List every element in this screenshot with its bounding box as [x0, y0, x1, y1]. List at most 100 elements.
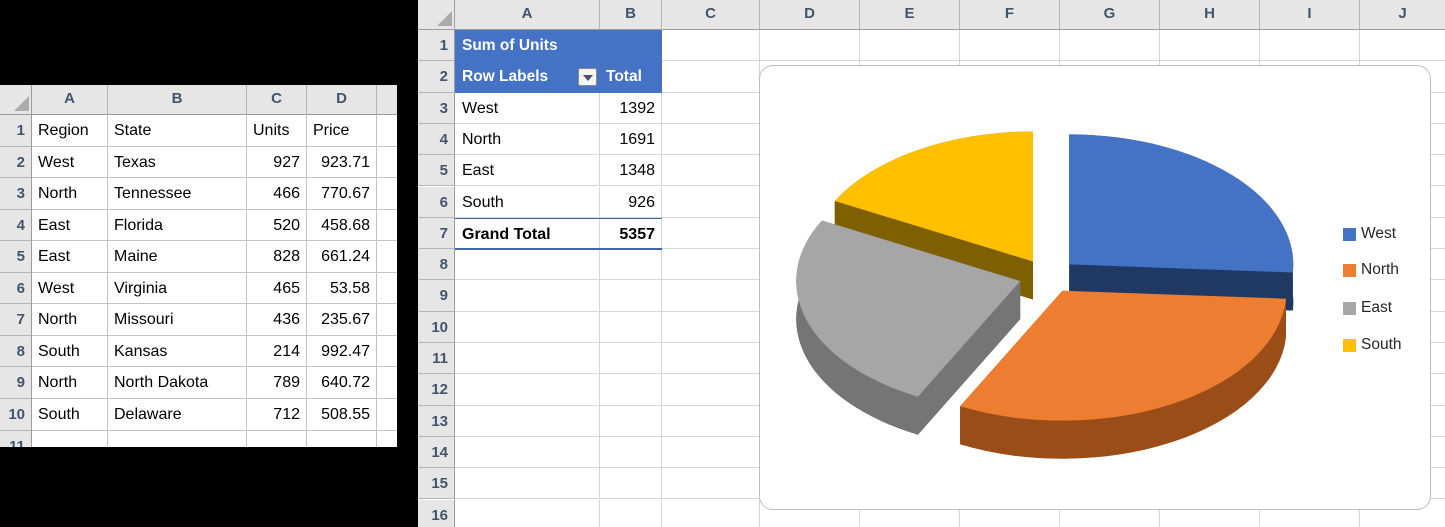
cell[interactable] — [662, 218, 760, 249]
column-header-I[interactable]: I — [1260, 0, 1360, 30]
pivot-row-label[interactable]: North — [455, 124, 600, 155]
legend-item-west[interactable]: West — [1343, 225, 1396, 243]
row-header-11[interactable]: 11 — [418, 343, 455, 374]
row-header-13[interactable]: 13 — [418, 406, 455, 437]
cell[interactable]: Units — [247, 115, 307, 147]
cell[interactable]: 640.72 — [307, 367, 377, 399]
cell[interactable] — [247, 431, 307, 447]
cell[interactable] — [455, 343, 600, 374]
cell[interactable] — [455, 437, 600, 468]
row-header-2[interactable]: 2 — [418, 61, 455, 92]
row-header-9[interactable]: 9 — [0, 367, 32, 399]
cell[interactable] — [600, 312, 662, 343]
cell[interactable] — [662, 124, 760, 155]
select-all-corner[interactable] — [0, 85, 32, 115]
column-header-B[interactable]: B — [108, 85, 247, 115]
cell[interactable]: 458.68 — [307, 210, 377, 242]
cell[interactable] — [307, 431, 377, 447]
row-header-6[interactable]: 6 — [418, 187, 455, 218]
cell[interactable] — [377, 399, 397, 431]
column-header-A[interactable]: A — [455, 0, 600, 30]
column-header-F[interactable]: F — [960, 0, 1060, 30]
cell[interactable] — [32, 431, 108, 447]
row-header-14[interactable]: 14 — [418, 437, 455, 468]
cell[interactable]: 828 — [247, 241, 307, 273]
cell[interactable] — [455, 406, 600, 437]
cell[interactable] — [455, 468, 600, 499]
row-header-12[interactable]: 12 — [418, 374, 455, 405]
cell[interactable]: North — [32, 367, 108, 399]
column-header-J[interactable]: J — [1360, 0, 1445, 30]
cell[interactable]: North — [32, 304, 108, 336]
cell[interactable] — [600, 468, 662, 499]
legend-item-south[interactable]: South — [1343, 336, 1402, 354]
legend-item-north[interactable]: North — [1343, 261, 1399, 279]
chart-panel[interactable]: West North East South — [759, 65, 1431, 510]
cell[interactable] — [662, 249, 760, 280]
cell[interactable] — [455, 280, 600, 311]
cell[interactable] — [600, 280, 662, 311]
cell[interactable]: Missouri — [108, 304, 247, 336]
cell[interactable] — [377, 241, 397, 273]
column-header-C[interactable]: C — [662, 0, 760, 30]
filter-dropdown-button[interactable] — [578, 68, 597, 86]
cell[interactable] — [1360, 30, 1445, 61]
cell[interactable]: 520 — [247, 210, 307, 242]
cell[interactable] — [377, 367, 397, 399]
row-header-3[interactable]: 3 — [418, 93, 455, 124]
cell[interactable] — [600, 500, 662, 527]
cell[interactable] — [662, 280, 760, 311]
pivot-row-label[interactable]: West — [455, 93, 600, 124]
cell[interactable]: 789 — [247, 367, 307, 399]
pivot-row-labels-cell[interactable]: Row Labels — [455, 61, 600, 93]
row-header-8[interactable]: 8 — [418, 249, 455, 280]
cell[interactable] — [662, 343, 760, 374]
pivot-row-label[interactable]: East — [455, 155, 600, 186]
column-header-H[interactable]: H — [1160, 0, 1260, 30]
cell[interactable]: North — [32, 178, 108, 210]
cell[interactable] — [600, 374, 662, 405]
cell[interactable] — [960, 30, 1060, 61]
row-header-6[interactable]: 6 — [0, 273, 32, 305]
cell[interactable] — [377, 273, 397, 305]
cell[interactable] — [662, 312, 760, 343]
grand-total-row[interactable]: Grand Total 5357 — [455, 218, 662, 250]
cell[interactable] — [662, 374, 760, 405]
row-header-11[interactable]: 11 — [0, 431, 32, 447]
cell[interactable] — [662, 61, 760, 92]
cell[interactable]: South — [32, 336, 108, 368]
pivot-total-header-cell[interactable]: Total — [600, 61, 662, 93]
row-header-10[interactable]: 10 — [0, 399, 32, 431]
cell[interactable]: 992.47 — [307, 336, 377, 368]
column-header-E[interactable]: E — [860, 0, 960, 30]
cell[interactable]: West — [32, 147, 108, 179]
cell[interactable]: Texas — [108, 147, 247, 179]
cell[interactable]: State — [108, 115, 247, 147]
cell[interactable]: 927 — [247, 147, 307, 179]
row-header-8[interactable]: 8 — [0, 336, 32, 368]
cell[interactable] — [377, 304, 397, 336]
cell[interactable] — [860, 30, 960, 61]
cell[interactable] — [377, 178, 397, 210]
cell[interactable]: 235.67 — [307, 304, 377, 336]
legend-item-east[interactable]: East — [1343, 299, 1392, 317]
pivot-row-value[interactable]: 1348 — [600, 155, 662, 186]
cell[interactable] — [662, 155, 760, 186]
cell[interactable]: 436 — [247, 304, 307, 336]
cell[interactable] — [662, 437, 760, 468]
cell[interactable]: Delaware — [108, 399, 247, 431]
row-header-1[interactable]: 1 — [0, 115, 32, 147]
cell[interactable]: Price — [307, 115, 377, 147]
cell[interactable] — [662, 500, 760, 527]
row-header-16[interactable]: 16 — [418, 500, 455, 527]
cell[interactable] — [662, 468, 760, 499]
cell[interactable] — [600, 406, 662, 437]
cell[interactable]: Tennessee — [108, 178, 247, 210]
column-header-x[interactable] — [377, 85, 397, 115]
cell[interactable]: 508.55 — [307, 399, 377, 431]
cell[interactable] — [662, 30, 760, 61]
row-header-4[interactable]: 4 — [0, 210, 32, 242]
cell[interactable] — [377, 210, 397, 242]
cell[interactable]: East — [32, 241, 108, 273]
column-header-D[interactable]: D — [307, 85, 377, 115]
